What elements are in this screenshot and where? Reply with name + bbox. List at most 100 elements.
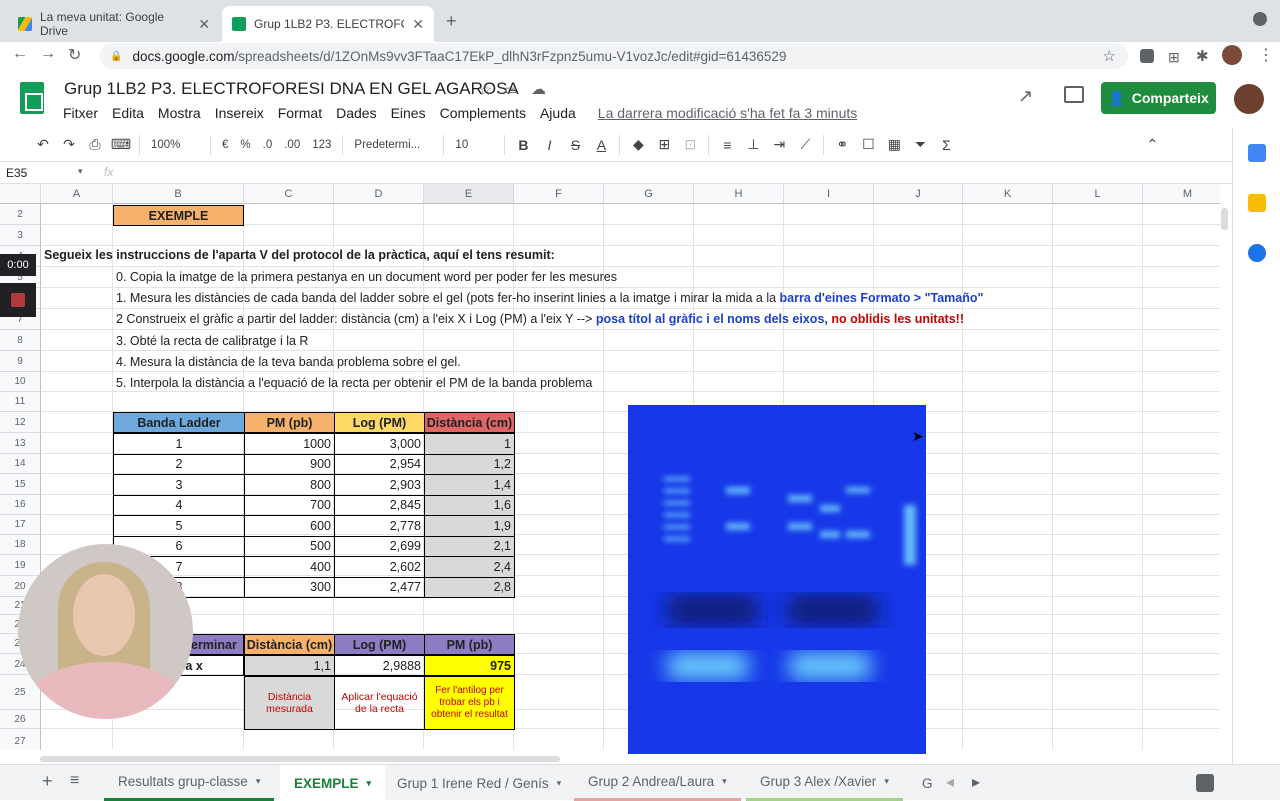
- filter-icon[interactable]: ⏷: [907, 136, 933, 153]
- column-header[interactable]: M: [1143, 184, 1220, 204]
- zoom-select[interactable]: 100%: [145, 139, 205, 151]
- row-header[interactable]: 14: [0, 454, 41, 474]
- comment-icon[interactable]: ☐: [855, 136, 881, 153]
- stop-recording-button[interactable]: [0, 283, 36, 317]
- back-icon[interactable]: ←: [12, 45, 28, 63]
- menu-format[interactable]: Format: [278, 105, 322, 121]
- add-sheet-icon[interactable]: +: [42, 771, 53, 792]
- browser-tab-drive[interactable]: La meva unitat: Google Drive ✕: [8, 6, 220, 42]
- all-sheets-icon[interactable]: ≡: [70, 772, 79, 790]
- extension-icon[interactable]: [1140, 49, 1154, 63]
- column-header[interactable]: I: [784, 184, 874, 204]
- browser-menu-icon[interactable]: ⋮: [1258, 45, 1274, 65]
- sheet-tab-grup1[interactable]: Grup 1 Irene Red / Genís ▾: [383, 765, 575, 801]
- column-header[interactable]: F: [514, 184, 604, 204]
- scroll-left-icon[interactable]: ◂: [946, 772, 954, 792]
- name-box-dropdown-icon[interactable]: ▾: [78, 166, 83, 177]
- formula-input[interactable]: [130, 165, 1220, 181]
- redo-icon[interactable]: ↷: [56, 136, 82, 153]
- close-icon[interactable]: ✕: [412, 16, 424, 33]
- increase-decimal-button[interactable]: .00: [278, 139, 306, 151]
- doc-title[interactable]: Grup 1LB2 P3. ELECTROFORESI DNA EN GEL A…: [64, 79, 519, 99]
- url-field[interactable]: 🔒 docs.google.com/spreadsheets/d/1ZOnMs9…: [100, 43, 1128, 69]
- sheet-tab-exemple[interactable]: EXEMPLE ▾: [280, 765, 386, 801]
- valign-bottom-icon[interactable]: ⊥: [740, 136, 766, 153]
- bookmark-star-icon[interactable]: ☆: [1103, 47, 1116, 65]
- sheets-logo-icon[interactable]: [20, 82, 44, 114]
- number-format-select[interactable]: 123: [306, 139, 337, 151]
- fill-color-icon[interactable]: ◆: [625, 136, 651, 153]
- row-header[interactable]: 9: [0, 351, 41, 372]
- move-folder-icon[interactable]: ▭: [504, 81, 517, 98]
- row-header[interactable]: 15: [0, 474, 41, 495]
- column-header[interactable]: E: [424, 184, 514, 204]
- row-header[interactable]: 18: [0, 535, 41, 555]
- comments-icon[interactable]: [1064, 86, 1084, 103]
- row-header[interactable]: 12: [0, 412, 41, 433]
- column-header[interactable]: B: [113, 184, 244, 204]
- select-all-corner[interactable]: [0, 184, 41, 204]
- tab-search-icon[interactable]: [1253, 12, 1267, 26]
- row-header[interactable]: 8: [0, 330, 41, 351]
- browser-tab-sheet[interactable]: Grup 1LB2 P3. ELECTROFORESI ✕: [222, 6, 434, 42]
- text-wrap-icon[interactable]: ⇥: [766, 136, 792, 153]
- row-header[interactable]: 16: [0, 495, 41, 515]
- borders-icon[interactable]: ⊞: [651, 136, 677, 153]
- last-edit-link[interactable]: La darrera modificació s'ha fet fa 3 min…: [598, 105, 857, 121]
- column-header[interactable]: K: [963, 184, 1053, 204]
- puzzle-icon[interactable]: ✱: [1196, 47, 1209, 65]
- row-header[interactable]: 27: [0, 729, 41, 750]
- bold-icon[interactable]: B: [510, 137, 536, 153]
- row-header[interactable]: 10: [0, 372, 41, 392]
- horizontal-scrollbar[interactable]: [40, 756, 560, 762]
- tasks-icon[interactable]: [1248, 244, 1266, 262]
- font-select[interactable]: Predetermi...: [348, 139, 438, 151]
- menu-tools[interactable]: Eines: [391, 105, 426, 121]
- column-header[interactable]: G: [604, 184, 694, 204]
- chart-icon[interactable]: ▦: [881, 136, 907, 153]
- forward-icon[interactable]: →: [40, 45, 56, 63]
- menu-help[interactable]: Ajuda: [540, 105, 576, 121]
- collapse-toolbar-icon[interactable]: ⌃: [1139, 136, 1165, 153]
- activity-trend-icon[interactable]: ↗: [1018, 86, 1033, 107]
- sheet-tab-grup2[interactable]: Grup 2 Andrea/Laura ▾: [574, 765, 741, 801]
- menu-insert[interactable]: Insereix: [215, 105, 264, 121]
- percent-button[interactable]: %: [234, 139, 256, 151]
- close-icon[interactable]: ✕: [198, 16, 210, 33]
- row-header[interactable]: 13: [0, 433, 41, 454]
- sheet-tab-grup3[interactable]: Grup 3 Alex /Xavier ▾: [746, 765, 903, 801]
- paint-format-icon[interactable]: ⌨: [108, 136, 134, 153]
- merge-cells-icon[interactable]: ⊡: [677, 136, 703, 153]
- menu-view[interactable]: Mostra: [158, 105, 201, 121]
- star-icon[interactable]: ☆: [478, 80, 492, 100]
- gel-electrophoresis-image[interactable]: [628, 405, 926, 754]
- functions-icon[interactable]: Σ: [933, 137, 959, 153]
- menu-edit[interactable]: Edita: [112, 105, 144, 121]
- sheet-tab-more[interactable]: G: [908, 765, 936, 801]
- text-color-icon[interactable]: A: [588, 137, 614, 153]
- explore-icon[interactable]: [1196, 774, 1214, 792]
- keep-icon[interactable]: [1248, 194, 1266, 212]
- column-header[interactable]: C: [244, 184, 334, 204]
- menu-addons[interactable]: Complements: [440, 105, 526, 121]
- font-size-select[interactable]: 10: [449, 139, 499, 151]
- row-header[interactable]: 2: [0, 204, 41, 225]
- italic-icon[interactable]: I: [536, 137, 562, 153]
- column-header[interactable]: H: [694, 184, 784, 204]
- profile-avatar[interactable]: [1222, 45, 1242, 65]
- cloud-status-icon[interactable]: ☁: [531, 80, 546, 98]
- row-header[interactable]: 3: [0, 225, 41, 246]
- name-box[interactable]: E35: [6, 166, 27, 180]
- decrease-decimal-button[interactable]: .0: [257, 139, 279, 151]
- sheet-tab-resultats[interactable]: Resultats grup-classe ▾: [104, 765, 275, 801]
- row-header[interactable]: 11: [0, 392, 41, 412]
- vertical-scrollbar[interactable]: [1221, 208, 1228, 230]
- row-header[interactable]: 19: [0, 555, 41, 576]
- column-header[interactable]: L: [1053, 184, 1143, 204]
- row-header[interactable]: 17: [0, 515, 41, 535]
- grid-extension-icon[interactable]: ⊞: [1168, 49, 1180, 66]
- undo-icon[interactable]: ↶: [30, 136, 56, 153]
- calendar-icon[interactable]: [1248, 144, 1266, 162]
- new-tab-button[interactable]: +: [446, 11, 457, 32]
- menu-data[interactable]: Dades: [336, 105, 376, 121]
